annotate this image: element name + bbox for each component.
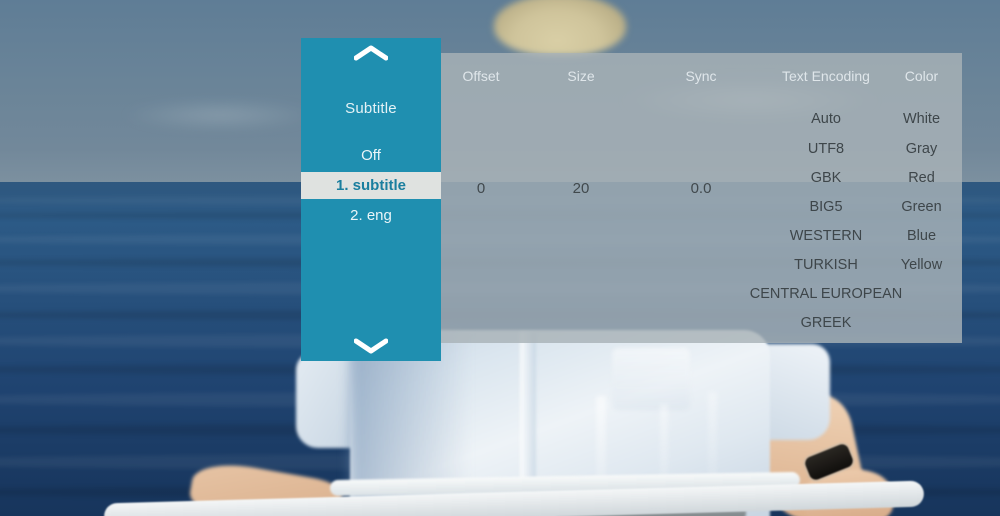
column-header-size: Size bbox=[567, 68, 595, 84]
subtitle-track-label: 2. eng bbox=[350, 207, 392, 224]
cloud bbox=[120, 100, 320, 130]
color-option-yellow[interactable]: Yellow bbox=[881, 257, 962, 273]
offset-value[interactable]: 0 bbox=[441, 180, 521, 197]
shirt-pocket bbox=[612, 348, 690, 410]
subtitle-track-panel: Subtitle Off 1. subtitle 2. eng bbox=[301, 38, 441, 361]
person-head bbox=[494, 0, 626, 56]
subtitle-track-item-2-eng[interactable]: 2. eng bbox=[301, 202, 441, 229]
color-option-white[interactable]: White bbox=[881, 111, 962, 127]
column-header-color: Color bbox=[904, 68, 939, 84]
encoding-option-greek[interactable]: GREEK bbox=[731, 315, 921, 331]
color-option-blue[interactable]: Blue bbox=[881, 228, 962, 244]
player-screen: Subtitle Off 1. subtitle 2. eng Offset S… bbox=[0, 0, 1000, 516]
column-header-offset: Offset bbox=[462, 68, 500, 84]
scroll-down-button[interactable] bbox=[301, 333, 441, 359]
chevron-down-icon bbox=[354, 338, 388, 354]
size-value[interactable]: 20 bbox=[541, 180, 621, 197]
chevron-up-icon bbox=[354, 45, 388, 61]
encoding-option-central-european[interactable]: CENTRAL EUROPEAN bbox=[731, 286, 921, 302]
color-option-red[interactable]: Red bbox=[881, 170, 962, 186]
color-option-green[interactable]: Green bbox=[881, 199, 962, 215]
subtitle-track-label: Off bbox=[361, 147, 381, 164]
subtitle-track-item-1-subtitle[interactable]: 1. subtitle bbox=[301, 172, 441, 199]
color-option-gray[interactable]: Gray bbox=[881, 141, 962, 157]
subtitle-panel-title: Subtitle bbox=[345, 100, 397, 117]
subtitle-settings-panel: Offset Size Sync Text Encoding Color 0 2… bbox=[441, 53, 962, 343]
scroll-up-button[interactable] bbox=[301, 40, 441, 66]
subtitle-track-label: 1. subtitle bbox=[335, 177, 406, 194]
subtitle-track-item-off[interactable]: Off bbox=[301, 142, 441, 169]
